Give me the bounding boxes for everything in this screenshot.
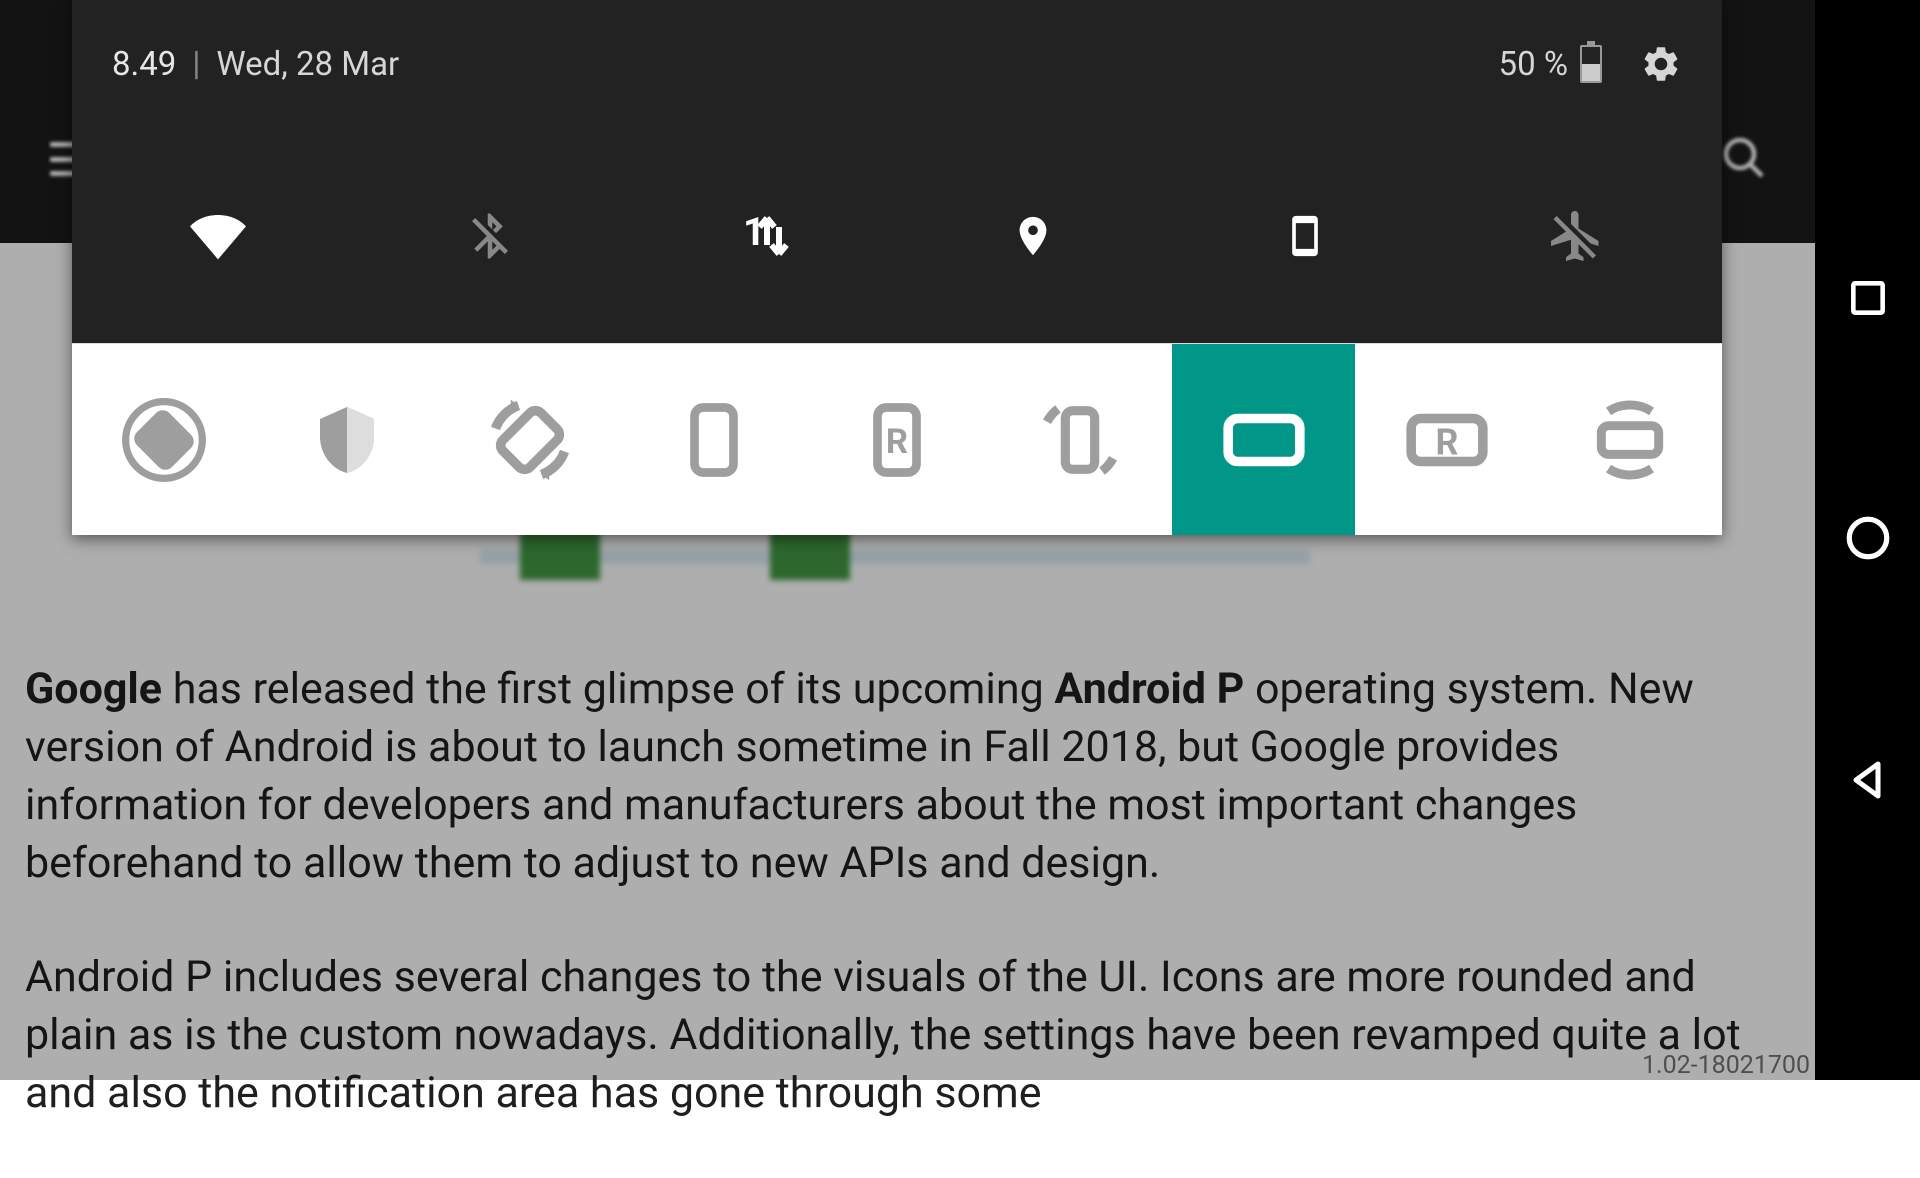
landscape-icon bbox=[1221, 411, 1307, 469]
rot-tile-portrait-sensor[interactable] bbox=[989, 344, 1172, 535]
auto-rotate-lock-icon bbox=[118, 394, 210, 486]
svg-text:R: R bbox=[1435, 421, 1458, 463]
rotation-options-row: R R bbox=[72, 343, 1722, 535]
rot-tile-portrait[interactable] bbox=[622, 344, 805, 535]
qs-tile-airplane[interactable] bbox=[1440, 206, 1712, 266]
rot-tile-auto-rotate[interactable] bbox=[439, 344, 622, 535]
portrait-reverse-icon: R bbox=[871, 399, 923, 481]
article-body: Google has released the first glimpse of… bbox=[25, 660, 1775, 1178]
nav-recent-button[interactable] bbox=[1846, 276, 1890, 320]
battery-icon bbox=[1580, 45, 1602, 83]
date: Wed, 28 Mar bbox=[216, 45, 399, 84]
qs-tile-wifi[interactable] bbox=[82, 208, 354, 264]
battery-percent: 50 % bbox=[1499, 45, 1568, 84]
version-label: 1.02-18021700 bbox=[1642, 1051, 1810, 1080]
quick-settings-panel: 8.49 | Wed, 28 Mar 50 % 1 bbox=[72, 0, 1722, 535]
qs-tile-bluetooth[interactable] bbox=[354, 204, 626, 268]
landscape-reverse-icon: R bbox=[1404, 411, 1490, 469]
rot-tile-portrait-reverse[interactable]: R bbox=[805, 344, 988, 535]
rot-tile-auto-lock[interactable] bbox=[72, 344, 255, 535]
mobile-data-icon: 1 bbox=[731, 205, 791, 267]
separator: | bbox=[192, 45, 200, 84]
qs-tile-location[interactable] bbox=[897, 205, 1169, 267]
svg-text:1: 1 bbox=[743, 209, 765, 255]
portrait-sensor-icon bbox=[1034, 396, 1126, 484]
navigation-bar bbox=[1815, 0, 1920, 1080]
portrait-icon bbox=[688, 399, 740, 481]
rot-tile-landscape-reverse[interactable]: R bbox=[1355, 344, 1538, 535]
gear-icon bbox=[1640, 43, 1682, 85]
rot-tile-guard[interactable] bbox=[255, 344, 438, 535]
nav-home-button[interactable] bbox=[1843, 513, 1893, 563]
qs-tile-portrait[interactable] bbox=[1169, 203, 1441, 269]
shield-icon bbox=[311, 399, 383, 481]
nav-back-button[interactable] bbox=[1844, 756, 1892, 804]
bluetooth-off-icon bbox=[463, 204, 517, 268]
svg-text:R: R bbox=[886, 422, 908, 462]
wifi-icon bbox=[183, 208, 253, 264]
article-paragraph: Android P includes several changes to th… bbox=[25, 948, 1775, 1122]
clock: 8.49 bbox=[112, 45, 176, 84]
square-icon bbox=[1846, 276, 1890, 320]
circle-icon bbox=[1843, 513, 1893, 563]
rot-tile-landscape-sensor[interactable] bbox=[1539, 344, 1722, 535]
phone-portrait-icon bbox=[1283, 203, 1327, 269]
auto-rotate-icon bbox=[484, 394, 576, 486]
settings-button[interactable] bbox=[1640, 43, 1682, 85]
back-triangle-icon bbox=[1844, 756, 1892, 804]
location-icon bbox=[1010, 205, 1056, 267]
qs-tiles-row: 1 bbox=[72, 128, 1722, 343]
landscape-sensor-icon bbox=[1584, 397, 1676, 483]
rot-tile-landscape[interactable] bbox=[1172, 344, 1355, 535]
airplane-off-icon bbox=[1546, 206, 1606, 266]
qs-header: 8.49 | Wed, 28 Mar 50 % bbox=[72, 0, 1722, 128]
qs-tile-mobile-data[interactable]: 1 bbox=[625, 205, 897, 267]
